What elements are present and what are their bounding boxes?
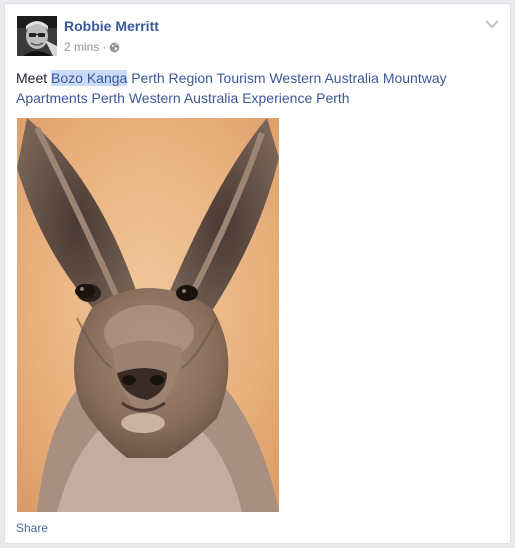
chevron-down-icon[interactable] [484,18,500,30]
author-avatar[interactable] [17,16,57,56]
meta-separator: · [102,40,107,54]
post-timestamp[interactable]: 2 mins [64,40,99,54]
mention-experience-perth[interactable]: Experience Perth [242,90,349,106]
post-text: Meet Bozo Kanga Perth Region Tourism Wes… [16,68,501,108]
author-name[interactable]: Robbie Merritt [64,18,159,34]
globe-icon[interactable] [109,42,120,53]
kangaroo-photo[interactable] [17,118,279,512]
avatar-image [17,16,57,56]
post-meta: 2 mins · [64,40,120,54]
mention-perth-region-tourism[interactable]: Perth Region Tourism Western Australia [131,70,379,86]
kangaroo-image [17,118,279,512]
share-link[interactable]: Share [16,521,48,535]
post-text-intro: Meet [16,70,48,86]
mention-bozo-kanga[interactable]: Bozo Kanga [51,70,128,86]
post-card: Robbie Merritt 2 mins · Meet Bozo Kanga … [4,3,511,544]
